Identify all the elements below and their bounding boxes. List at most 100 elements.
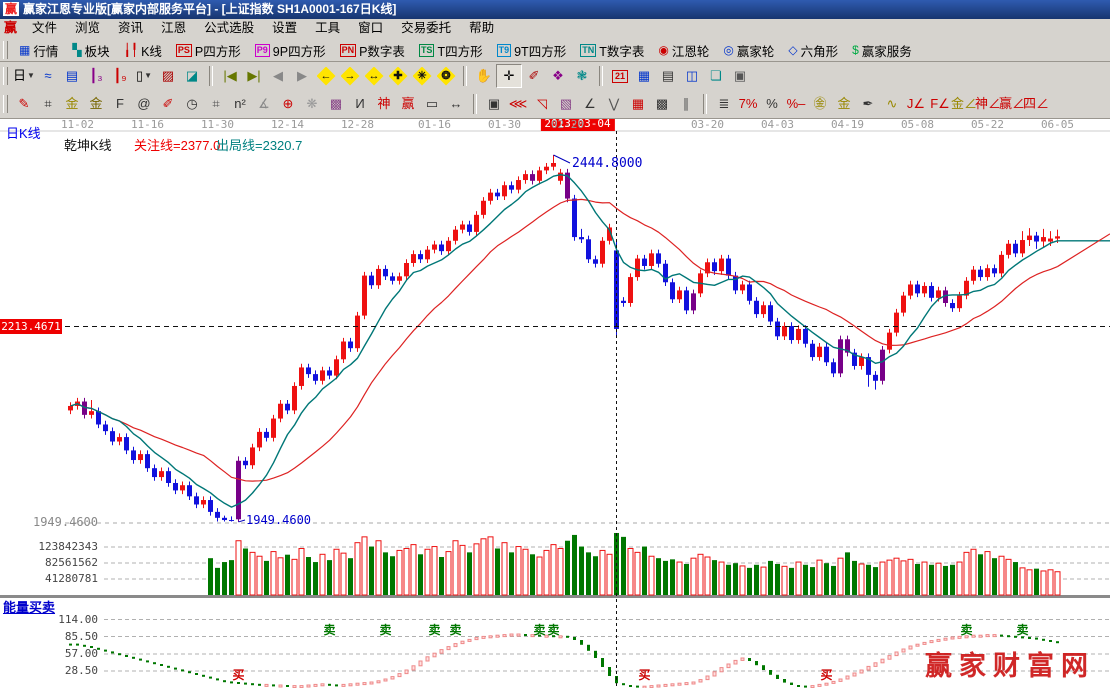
quotes-button[interactable]: ▦ 行情: [12, 39, 65, 61]
p-square-button[interactable]: PS P四方形: [169, 39, 248, 61]
draw-brush-icon[interactable]: ✎: [12, 93, 36, 115]
line-box-icon[interactable]: ▧: [554, 93, 578, 115]
crosshair-tool-icon[interactable]: ✛: [496, 64, 522, 88]
pen-price-icon[interactable]: ✒: [856, 93, 880, 115]
color-ladder-icon[interactable]: ◪: [180, 65, 204, 87]
winner-wheel-button[interactable]: ◎ 赢家轮: [716, 39, 781, 61]
wave-count-icon[interactable]: ❃: [570, 65, 594, 87]
red-grid-icon[interactable]: ▦: [626, 93, 650, 115]
kline-button[interactable]: ╽╿ K线: [117, 39, 169, 61]
hexagon-button[interactable]: ◇ 六角形: [781, 39, 845, 61]
si-angle-icon[interactable]: 四∠: [1023, 93, 1049, 115]
kline-period-icon[interactable]: 日 ▼: [12, 65, 36, 87]
fan-lines-icon[interactable]: ⋘: [506, 93, 530, 115]
shen-fence-icon[interactable]: 神: [372, 93, 396, 115]
ruler-123-icon[interactable]: ▭: [420, 93, 444, 115]
menu-工具[interactable]: 工具: [306, 19, 349, 37]
trend-angles-icon[interactable]: ∠: [578, 93, 602, 115]
expand-all-icon[interactable]: ✚: [386, 65, 410, 87]
nav-next-icon[interactable]: ▶: [290, 65, 314, 87]
k9-cycle-icon[interactable]: ┃₉: [108, 65, 132, 87]
gann-pattern-icon[interactable]: ▨: [156, 65, 180, 87]
n-square-icon[interactable]: n²: [228, 93, 252, 115]
v-lines-icon[interactable]: ⋁: [602, 93, 626, 115]
indicator-bar: [622, 683, 625, 686]
nav-last-icon[interactable]: ▶|: [242, 65, 266, 87]
menu-公式选股[interactable]: 公式选股: [195, 19, 263, 37]
candle-type-icon[interactable]: ▯ ▼: [132, 65, 156, 87]
angle-ruler-icon[interactable]: ∡: [252, 93, 276, 115]
p-number-button[interactable]: PN P数字表: [333, 39, 412, 61]
price-scale-icon[interactable]: ≣: [712, 93, 736, 115]
toolbar-grip[interactable]: [3, 41, 8, 59]
menu-交易委托[interactable]: 交易委托: [392, 19, 460, 37]
menu-帮助[interactable]: 帮助: [460, 19, 503, 37]
menu-浏览[interactable]: 浏览: [66, 19, 109, 37]
shen-angle-icon[interactable]: 神∠: [975, 93, 1001, 115]
zoom-horizontal-icon[interactable]: ↔: [362, 65, 386, 87]
hand-tool-icon[interactable]: ✋: [472, 65, 496, 87]
info-panel-icon[interactable]: ▤: [60, 65, 84, 87]
zoom-right-icon[interactable]: →: [338, 65, 362, 87]
k3-cycle-icon[interactable]: ┃₃: [84, 65, 108, 87]
gann-fence-icon[interactable]: ⌗: [36, 93, 60, 115]
period-label[interactable]: 日K线: [6, 123, 41, 142]
percent-retrace-icon[interactable]: 7%: [736, 93, 760, 115]
t-number-button[interactable]: TN T数字表: [573, 39, 651, 61]
measure-tool-icon[interactable]: ✐: [522, 65, 546, 87]
toolbar-grip[interactable]: [3, 95, 8, 113]
wave-mark-icon[interactable]: И: [348, 93, 372, 115]
menu-资讯[interactable]: 资讯: [109, 19, 152, 37]
notepad-icon[interactable]: ▤: [656, 65, 680, 87]
parallel-lines-icon[interactable]: ∥: [674, 93, 698, 115]
full-view-icon[interactable]: ❂: [434, 65, 458, 87]
calendar-icon[interactable]: 21: [608, 65, 632, 87]
circle-cross-icon[interactable]: ⊕: [276, 93, 300, 115]
calculator-icon[interactable]: ▦: [632, 65, 656, 87]
candle: [873, 374, 878, 381]
overlay-chart-icon[interactable]: ≈: [36, 65, 60, 87]
fan-box-icon[interactable]: ◹: [530, 93, 554, 115]
j-angle-icon[interactable]: J∠: [904, 93, 928, 115]
compress-view-icon[interactable]: ✳: [410, 65, 434, 87]
menu-窗口[interactable]: 窗口: [349, 19, 392, 37]
f-fence-icon[interactable]: F: [108, 93, 132, 115]
save-icon[interactable]: ◫: [680, 65, 704, 87]
brush-measure-icon[interactable]: ✐: [156, 93, 180, 115]
spider-web-icon[interactable]: ❋: [300, 93, 324, 115]
t9-square-button[interactable]: T9 9T四方形: [490, 39, 574, 61]
zoom-left-icon[interactable]: ←: [314, 65, 338, 87]
box-tool-icon[interactable]: ▣: [482, 93, 506, 115]
spiral-tool-icon[interactable]: @: [132, 93, 156, 115]
gold-line-icon[interactable]: 金: [832, 93, 856, 115]
nav-prev-icon[interactable]: ◀: [266, 65, 290, 87]
ying-fence-icon[interactable]: 赢: [396, 93, 420, 115]
gold-fence-down-icon[interactable]: 金: [84, 93, 108, 115]
gold-fence-up-icon[interactable]: 金: [60, 93, 84, 115]
winner-service-button[interactable]: $ 赢家服务: [845, 39, 919, 61]
gann-node-icon[interactable]: ❖: [546, 65, 570, 87]
toolbar-grip[interactable]: [3, 67, 8, 85]
menu-文件[interactable]: 文件: [23, 19, 66, 37]
snapshot-icon[interactable]: ❏: [704, 65, 728, 87]
p9-square-button[interactable]: P9 9P四方形: [248, 39, 333, 61]
time-cycle-icon[interactable]: ◷: [180, 93, 204, 115]
percent-tool-icon[interactable]: %: [760, 93, 784, 115]
width-arrows-icon[interactable]: ↔: [444, 93, 468, 115]
menu-江恩[interactable]: 江恩: [152, 19, 195, 37]
percent-line-icon[interactable]: %–: [784, 93, 808, 115]
f-angle-icon[interactable]: F∠: [928, 93, 952, 115]
gann-wheel-button[interactable]: ◉ 江恩轮: [651, 39, 716, 61]
print-icon[interactable]: ▣: [728, 65, 752, 87]
bar-count-icon[interactable]: ⌗: [204, 93, 228, 115]
gold-angle-icon[interactable]: 金∠: [951, 93, 977, 115]
t-square-button[interactable]: TS T四方形: [412, 39, 490, 61]
gold-circle-icon[interactable]: ㊎: [808, 93, 832, 115]
nav-first-icon[interactable]: |◀: [218, 65, 242, 87]
ying-angle-icon[interactable]: 赢∠: [999, 93, 1025, 115]
sectors-button[interactable]: ▚ 板块: [65, 39, 116, 61]
menu-设置[interactable]: 设置: [263, 19, 306, 37]
grid-box-icon[interactable]: ▩: [650, 93, 674, 115]
web-box-icon[interactable]: ▩: [324, 93, 348, 115]
wave-gold-icon[interactable]: ∿: [880, 93, 904, 115]
